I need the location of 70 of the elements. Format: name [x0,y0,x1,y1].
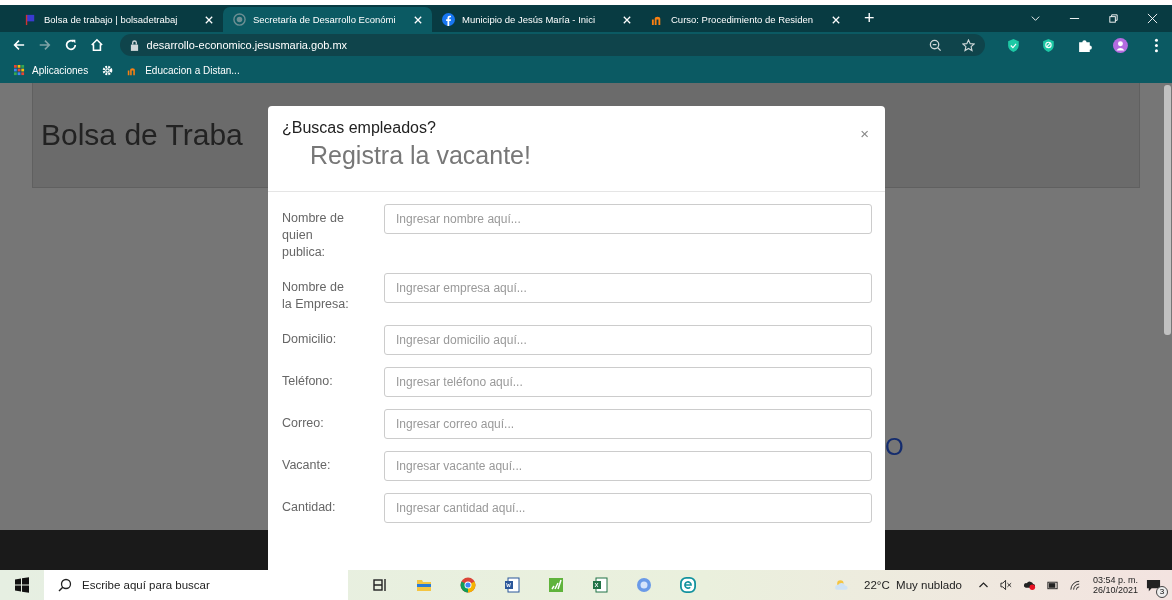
star-icon[interactable] [961,38,975,52]
word-icon[interactable] [504,577,520,593]
input-field[interactable]: Ingresar correo aquí... [384,409,872,439]
input-field[interactable]: Ingresar cantidad aquí... [384,493,872,523]
home-icon[interactable] [89,38,104,52]
close-button[interactable]: × [858,123,871,143]
forward-arrow-icon[interactable] [37,38,52,52]
windows-start-icon[interactable] [14,577,30,593]
modal-subtitle: Registra la vacante! [310,141,531,170]
field-label: Domicilio: [282,331,338,348]
zoom-out-icon[interactable] [928,38,942,52]
shield-block-icon[interactable] [1041,37,1057,53]
heading-fragment: O [885,433,904,461]
facebook-icon [442,13,455,26]
browser-tab[interactable]: Municipio de Jesús María - Inici [432,7,641,32]
input-field[interactable]: Ingresar vacante aquí... [384,451,872,481]
bookmark[interactable]: Educacion a Distan... [127,65,240,76]
folder-icon[interactable] [416,577,432,593]
field-label: Nombre de la Empresa: [282,279,350,313]
flag-icon [24,13,37,26]
modal-title: ¿Buscas empleados? [282,119,437,137]
chevron-icon[interactable] [1030,13,1041,24]
close-icon[interactable] [414,15,422,24]
bookmark[interactable]: Aplicaciones [14,65,89,76]
search-icon [58,578,72,592]
back-arrow-icon[interactable] [12,38,26,52]
wifi-icon[interactable] [1068,579,1082,591]
weather-text[interactable]: 22°C Muy nublado [864,579,962,591]
notifications-button[interactable]: 3 [1144,574,1166,596]
input-field[interactable]: Ingresar nombre aquí... [384,204,872,234]
input-field[interactable]: Ingresar empresa aquí... [384,273,872,303]
eset-icon[interactable] [680,577,696,593]
new-tab-button[interactable]: + [850,8,889,29]
address-bar[interactable]: desarrollo-economico.jesusmaria.gob.mx [119,34,985,56]
seal-icon [233,13,246,26]
clock[interactable]: 03:54 p. m. 26/10/2021 [1092,575,1138,595]
excel-icon[interactable] [592,577,608,593]
gear-icon[interactable] [102,65,114,76]
chrome-icon[interactable] [460,577,476,593]
browser-tab[interactable]: Bolsa de trabajo | bolsadetrabaj [14,7,223,32]
notification-count: 3 [1156,586,1168,598]
field-label: Vacante: [282,457,332,474]
muted-speaker-icon[interactable] [999,579,1013,591]
input-field[interactable]: Ingresar domicilio aquí... [384,325,872,355]
avatar-icon[interactable] [1113,37,1129,53]
browser-tab[interactable]: Secretaría de Desarrollo Económi [223,7,432,32]
close-icon[interactable] [205,15,213,24]
task-view-icon[interactable] [372,577,388,593]
speech-bubble-icon [1146,578,1161,593]
scrollbar[interactable] [1164,85,1171,335]
close-icon[interactable] [832,15,840,24]
field-label: Teléfono: [282,373,334,390]
lock-icon [129,39,139,51]
apps-grid-icon [14,65,25,76]
field-label: Nombre de quien publica: [282,210,345,261]
page-heading: Bolsa de Traba [41,118,243,152]
puzzle-icon[interactable] [1077,37,1093,53]
field-label: Correo: [282,415,325,432]
battery-icon[interactable] [1045,579,1059,591]
close-icon[interactable] [623,15,631,24]
browser-tab[interactable]: Curso: Procedimiento de Residen [641,7,850,32]
bar-chart-icon[interactable] [548,577,564,593]
field-label: Cantidad: [282,499,337,516]
input-field[interactable]: Ingresar teléfono aquí... [384,367,872,397]
shield-check-icon[interactable] [1005,37,1021,53]
cloud-error-icon[interactable] [1022,579,1036,591]
taskbar-search-field[interactable]: Escribe aquí para buscar [44,570,348,600]
reload-icon[interactable] [63,38,78,52]
restore-icon[interactable] [1108,13,1119,24]
close-icon[interactable] [1147,13,1158,24]
